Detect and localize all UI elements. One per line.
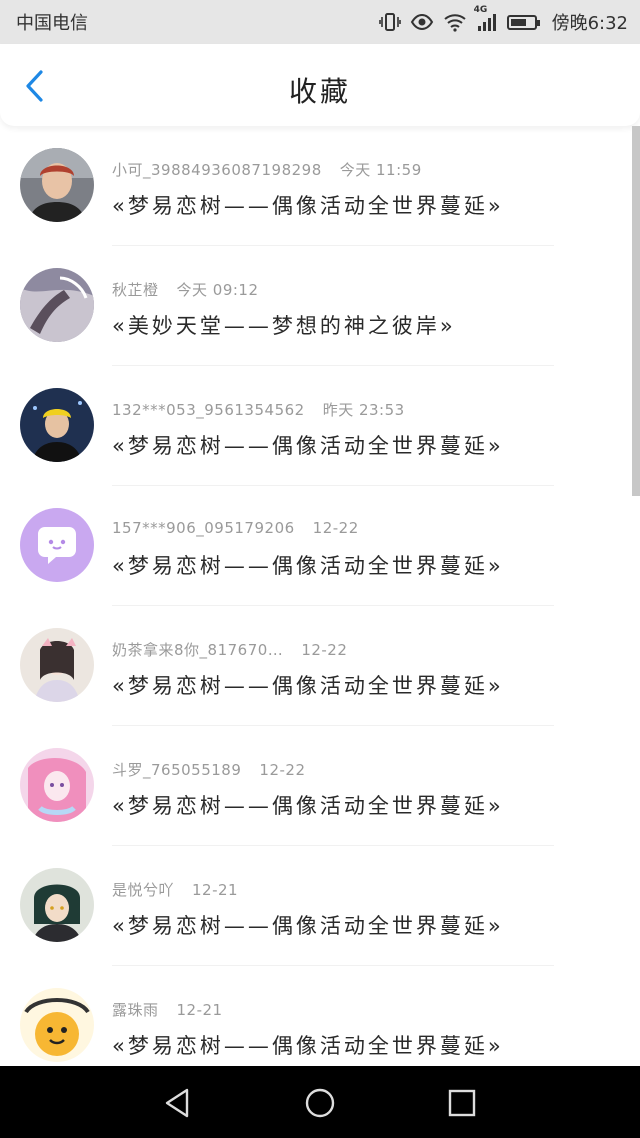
- nav-recent-button[interactable]: [445, 1086, 479, 1120]
- avatar[interactable]: [20, 748, 94, 822]
- time-label: 12-22: [312, 519, 359, 537]
- time-label: 12-22: [301, 641, 348, 659]
- avatar[interactable]: [20, 868, 94, 942]
- favorite-title[interactable]: «梦易恋树——偶像活动全世界蔓延»: [112, 790, 504, 820]
- status-icons: 4G 傍晚6:32: [378, 5, 628, 35]
- square-recent-icon: [448, 1089, 476, 1117]
- time-label: 12-21: [176, 1001, 223, 1019]
- time-label: 昨天 23:53: [322, 401, 405, 419]
- avatar[interactable]: [20, 508, 94, 582]
- username-label: 露珠雨: [112, 1001, 159, 1019]
- username-label: 132***053_9561354562: [112, 401, 305, 419]
- list-item[interactable]: 秋芷橙 今天 09:12 «美妙天堂——梦想的神之彼岸»: [0, 246, 640, 366]
- avatar[interactable]: [20, 628, 94, 702]
- list-item[interactable]: 小可_39884936087198298 今天 11:59 «梦易恋树——偶像活动…: [0, 126, 640, 246]
- signal-icon: 4G: [474, 5, 498, 32]
- list-item[interactable]: 157***906_095179206 12-22 «梦易恋树——偶像活动全世界蔓…: [0, 486, 640, 606]
- username-label: 是悦兮吖: [112, 881, 175, 899]
- avatar[interactable]: [20, 388, 94, 462]
- favorite-title[interactable]: «梦易恋树——偶像活动全世界蔓延»: [112, 1030, 504, 1060]
- battery-icon: [506, 14, 540, 30]
- avatar[interactable]: [20, 988, 94, 1062]
- scrollbar[interactable]: [632, 126, 640, 496]
- carrier-label: 中国电信: [16, 13, 88, 34]
- clock-label: 傍晚6:32: [551, 13, 628, 34]
- favorites-list[interactable]: 小可_39884936087198298 今天 11:59 «梦易恋树——偶像活动…: [0, 126, 640, 1066]
- username-label: 奶茶拿来8你_817670…: [112, 641, 284, 659]
- avatar[interactable]: [20, 268, 94, 342]
- status-bar: 中国电信 4G 傍晚6:32: [0, 0, 640, 44]
- wifi-icon: [443, 12, 467, 32]
- time-label: 12-22: [259, 761, 306, 779]
- circle-home-icon: [305, 1088, 335, 1118]
- nav-home-button[interactable]: [303, 1086, 337, 1120]
- favorite-title[interactable]: «梦易恋树——偶像活动全世界蔓延»: [112, 910, 504, 940]
- favorite-title[interactable]: «梦易恋树——偶像活动全世界蔓延»: [112, 430, 504, 460]
- favorite-title[interactable]: «美妙天堂——梦想的神之彼岸»: [112, 310, 456, 340]
- time-label: 今天 09:12: [176, 281, 259, 299]
- navigation-bar: [0, 1066, 640, 1138]
- nav-back-button[interactable]: [160, 1086, 194, 1120]
- vibrate-icon: [378, 12, 401, 32]
- favorite-title[interactable]: «梦易恋树——偶像活动全世界蔓延»: [112, 670, 504, 700]
- eye-icon: [410, 13, 434, 31]
- top-app-bar: 收藏: [0, 44, 640, 126]
- favorite-title[interactable]: «梦易恋树——偶像活动全世界蔓延»: [112, 550, 504, 580]
- network-type-label: 4G: [473, 5, 488, 15]
- time-label: 今天 11:59: [339, 161, 422, 179]
- username-label: 斗罗_765055189: [112, 761, 242, 779]
- username-label: 秋芷橙: [112, 281, 159, 299]
- avatar[interactable]: [20, 148, 94, 222]
- username-label: 157***906_095179206: [112, 519, 295, 537]
- favorite-title[interactable]: «梦易恋树——偶像活动全世界蔓延»: [112, 190, 504, 220]
- list-item[interactable]: 奶茶拿来8你_817670… 12-22 «梦易恋树——偶像活动全世界蔓延»: [0, 606, 640, 726]
- time-label: 12-21: [192, 881, 239, 899]
- username-label: 小可_39884936087198298: [112, 161, 322, 179]
- page-title: 收藏: [288, 75, 351, 108]
- list-item[interactable]: 132***053_9561354562 昨天 23:53 «梦易恋树——偶像活动…: [0, 366, 640, 486]
- list-item[interactable]: 斗罗_765055189 12-22 «梦易恋树——偶像活动全世界蔓延»: [0, 726, 640, 846]
- list-item[interactable]: 露珠雨 12-21 «梦易恋树——偶像活动全世界蔓延»: [0, 966, 640, 1066]
- triangle-back-icon: [165, 1088, 189, 1118]
- list-item[interactable]: 是悦兮吖 12-21 «梦易恋树——偶像活动全世界蔓延»: [0, 846, 640, 966]
